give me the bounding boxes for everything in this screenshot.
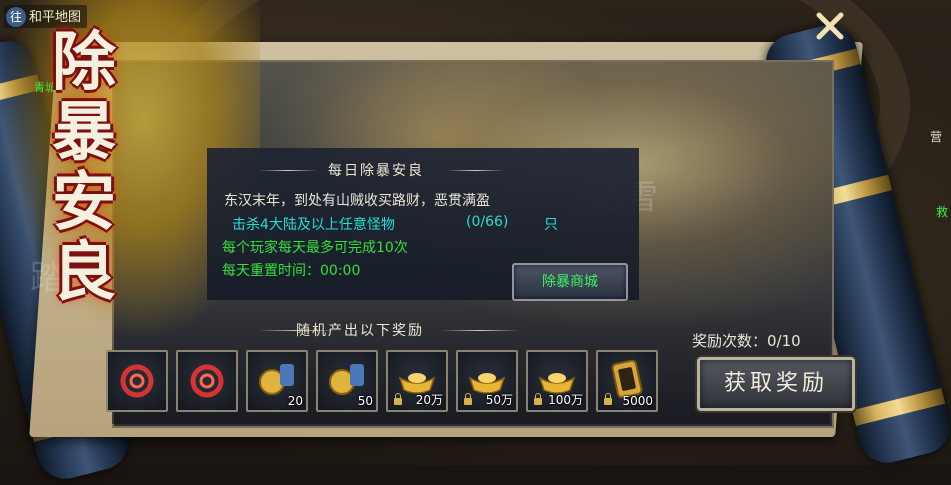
- red-swirl-orb-icon: [120, 364, 154, 398]
- claim-reward-button[interactable]: 获取奖励: [697, 357, 855, 411]
- close-icon[interactable]: [808, 8, 852, 52]
- event-big-title: 除 暴 安 良: [52, 25, 116, 310]
- reward-divider-right: [440, 330, 520, 331]
- task-text: 击杀4大陆及以上任意怪物: [232, 217, 395, 233]
- lock-icon: [534, 393, 542, 405]
- reward-slot-3[interactable]: 20: [246, 350, 308, 412]
- task-progress: (0/66): [466, 214, 509, 230]
- section-title-rewards: 随机产出以下奖励: [296, 323, 424, 339]
- map-name: 和平地图: [29, 10, 82, 25]
- reward-slot-2[interactable]: [176, 350, 238, 412]
- map-badge-icon: 往: [6, 7, 26, 27]
- side-label-mid: 救: [936, 205, 949, 219]
- red-swirl-orb-icon: [190, 364, 224, 398]
- title-divider-right: [445, 170, 505, 171]
- side-label-top: 营: [930, 130, 943, 144]
- section-title-daily: 每日除暴安良: [328, 163, 424, 179]
- reward-slot-6[interactable]: 50万: [456, 350, 518, 412]
- lock-icon: [464, 393, 472, 405]
- reward-slot-8[interactable]: 5000: [596, 350, 658, 412]
- reward-slot-7[interactable]: 100万: [526, 350, 588, 412]
- shop-button[interactable]: 除暴商城: [512, 263, 628, 301]
- title-divider-left: [258, 170, 318, 171]
- task-unit: 只: [544, 217, 558, 233]
- reward-slot-1[interactable]: [106, 350, 168, 412]
- daily-limit-text: 每个玩家每天最多可完成10次: [222, 240, 408, 256]
- reward-slot-4[interactable]: 50: [316, 350, 378, 412]
- lock-icon: [394, 393, 402, 405]
- reset-time-text: 每天重置时间：00:00: [222, 263, 361, 279]
- reward-count: 奖励次数：0/10: [692, 332, 801, 350]
- lock-icon: [604, 393, 612, 405]
- event-description: 东汉末年，到处有山贼收买路财，恶贯满盈: [224, 193, 490, 209]
- reward-slot-5[interactable]: 20万: [386, 350, 448, 412]
